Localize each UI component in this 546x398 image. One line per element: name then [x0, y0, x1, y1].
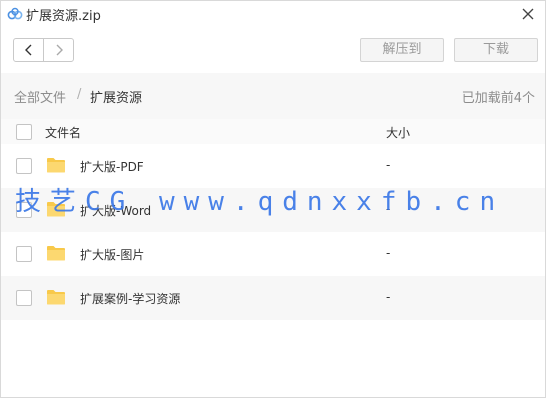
column-header-name[interactable]: 文件名: [45, 124, 81, 141]
close-icon[interactable]: [519, 5, 537, 23]
file-table: 文件名 大小 扩大版-PDF - 扩大版-Word - 扩大版-图片 - 扩展案…: [1, 119, 545, 320]
window-title: 扩展资源.zip: [26, 9, 101, 24]
folder-icon: [47, 202, 65, 217]
toolbar: 解压到 下载: [1, 29, 545, 73]
folder-icon: [47, 158, 65, 173]
file-name: 扩大版-图片: [80, 248, 145, 262]
file-name: 扩大版-Word: [80, 204, 152, 218]
table-row[interactable]: 扩大版-图片 -: [1, 232, 545, 276]
breadcrumb-separator: /: [77, 87, 82, 102]
row-checkbox[interactable]: [16, 290, 32, 306]
breadcrumb: 全部文件 / 扩展资源 已加载前4个: [1, 73, 545, 119]
breadcrumb-current: 扩展资源: [90, 91, 143, 106]
file-size: -: [386, 202, 391, 216]
chevron-right-icon: [56, 44, 63, 56]
back-button[interactable]: [14, 39, 43, 61]
history-nav: [13, 38, 74, 62]
download-button[interactable]: 下载: [454, 38, 538, 62]
row-checkbox[interactable]: [16, 202, 32, 218]
breadcrumb-root[interactable]: 全部文件: [14, 87, 66, 106]
table-row[interactable]: 扩大版-Word -: [1, 188, 545, 232]
file-size: -: [386, 158, 391, 172]
file-name: 扩大版-PDF: [80, 160, 144, 174]
table-row[interactable]: 扩展案例-学习资源 -: [1, 276, 545, 320]
load-status: 已加载前4个: [461, 91, 535, 106]
select-all-checkbox[interactable]: [16, 124, 32, 140]
file-size: -: [386, 246, 391, 260]
forward-button[interactable]: [44, 39, 73, 61]
archive-window: 扩展资源.zip 解压到 下载 全部文件 / 扩展资源 已加载前4个 文件名 大…: [0, 0, 546, 398]
chevron-left-icon: [24, 44, 31, 56]
cloud-logo-icon: [7, 7, 23, 20]
folder-icon: [47, 246, 65, 261]
table-row[interactable]: 扩大版-PDF -: [1, 144, 545, 188]
column-header-size[interactable]: 大小: [386, 124, 410, 141]
row-checkbox[interactable]: [16, 246, 32, 262]
file-name: 扩展案例-学习资源: [80, 292, 181, 306]
folder-icon: [47, 290, 65, 305]
extract-to-button[interactable]: 解压到: [360, 38, 444, 62]
row-checkbox[interactable]: [16, 158, 32, 174]
title-bar: 扩展资源.zip: [1, 1, 545, 29]
table-header: 文件名 大小: [1, 119, 545, 144]
file-size: -: [386, 290, 391, 304]
